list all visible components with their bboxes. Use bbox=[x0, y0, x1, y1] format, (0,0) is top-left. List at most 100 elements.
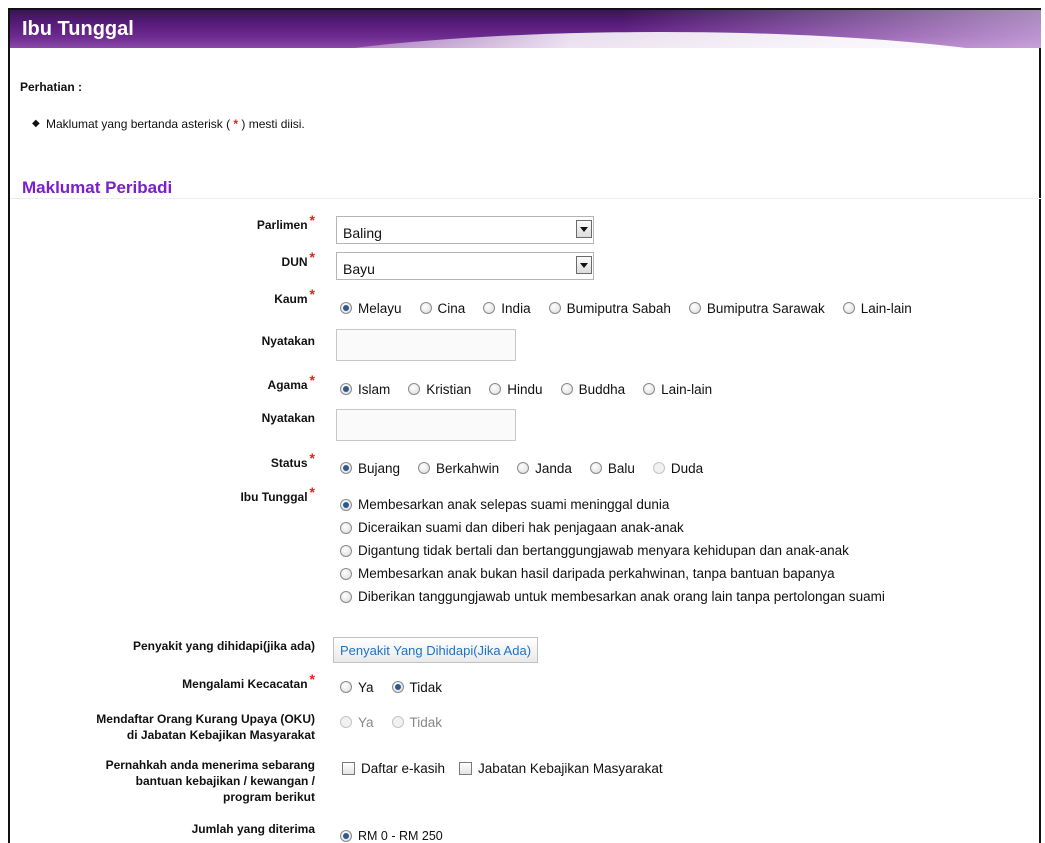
ibu-tunggal-option[interactable]: Digantung tidak bertali dan bertanggungj… bbox=[340, 539, 885, 562]
bantuan-label-line: bantuan kebajikan / kewangan / bbox=[135, 774, 315, 788]
agama-option-label: Lain-lain bbox=[661, 381, 713, 397]
status-option-label: Bujang bbox=[358, 460, 401, 476]
radio-checked-icon[interactable] bbox=[391, 681, 404, 693]
radio-icon[interactable] bbox=[340, 681, 352, 693]
radio-icon[interactable] bbox=[340, 567, 352, 580]
radio-disabled-icon[interactable] bbox=[391, 716, 404, 728]
ibu-tunggal-radio-group: Membesarkan anak selepas suami meninggal… bbox=[340, 493, 903, 608]
oku-radio-group: Ya Tidak bbox=[340, 713, 460, 731]
ibu-tunggal-option[interactable]: Diberikan tanggungjawab untuk membesarka… bbox=[340, 585, 885, 608]
status-option[interactable]: Janda bbox=[517, 461, 572, 476]
radio-icon[interactable] bbox=[589, 462, 602, 474]
radio-disabled-icon[interactable] bbox=[340, 716, 352, 728]
checkbox-icon[interactable] bbox=[342, 762, 355, 775]
agama-option[interactable]: Kristian bbox=[408, 382, 471, 397]
frame-right-border bbox=[1039, 8, 1041, 843]
oku-option[interactable]: Tidak bbox=[391, 714, 443, 730]
status-label-text: Status bbox=[270, 456, 308, 470]
radio-checked-icon[interactable] bbox=[340, 302, 352, 314]
radio-icon[interactable] bbox=[643, 383, 656, 395]
kaum-option[interactable]: Bumiputra Sabah bbox=[548, 301, 671, 316]
bantuan-option[interactable]: Jabatan Kebajikan Masyarakat bbox=[459, 761, 663, 776]
oku-label-line: Mendaftar Orang Kurang Upaya (OKU) bbox=[96, 712, 315, 726]
section-title: Maklumat Peribadi bbox=[22, 178, 173, 197]
kaum-option[interactable]: Cina bbox=[419, 301, 465, 316]
kaum-option[interactable]: Melayu bbox=[340, 301, 402, 316]
required-asterisk: * bbox=[309, 484, 315, 500]
radio-icon[interactable] bbox=[340, 590, 352, 603]
agama-option[interactable]: Buddha bbox=[560, 381, 626, 397]
dun-select[interactable]: Bayu bbox=[336, 252, 594, 280]
kecacatan-option-label: Tidak bbox=[409, 679, 443, 695]
kaum-option[interactable]: India bbox=[483, 301, 531, 316]
kaum-option[interactable]: Bumiputra Sarawak bbox=[688, 301, 825, 316]
status-option[interactable]: Berkahwin bbox=[418, 461, 499, 476]
bantuan-checkbox-group: Daftar e-kasih Jabatan Kebajikan Masyara… bbox=[342, 761, 677, 776]
required-asterisk: * bbox=[309, 249, 315, 265]
radio-icon[interactable] bbox=[842, 302, 855, 314]
oku-option[interactable]: Ya bbox=[340, 715, 374, 730]
kaum-option[interactable]: Lain-lain bbox=[842, 300, 912, 316]
radio-icon[interactable] bbox=[340, 521, 352, 534]
kecacatan-option[interactable]: Tidak bbox=[391, 679, 443, 695]
radio-icon[interactable] bbox=[483, 302, 496, 314]
ibu-tunggal-option[interactable]: Diceraikan suami dan diberi hak penjagaa… bbox=[340, 516, 885, 539]
checkbox-icon[interactable] bbox=[459, 762, 473, 775]
radio-icon[interactable] bbox=[418, 462, 431, 474]
bantuan-option-label: Daftar e-kasih bbox=[361, 761, 446, 776]
agama-option[interactable]: Hindu bbox=[489, 382, 543, 397]
kecacatan-label-text: Mengalami Kecacatan bbox=[182, 677, 308, 691]
kaum-option-label: Melayu bbox=[358, 300, 402, 316]
kaum-radio-group: Melayu Cina India Bumiputra Sabah Bumipu… bbox=[340, 299, 912, 317]
status-option-label: Duda bbox=[670, 460, 704, 476]
radio-icon[interactable] bbox=[408, 383, 421, 395]
radio-icon[interactable] bbox=[560, 383, 573, 395]
oku-label: Mendaftar Orang Kurang Upaya (OKU) di Ja… bbox=[96, 711, 315, 743]
status-option[interactable]: Balu bbox=[589, 461, 635, 476]
chevron-down-icon[interactable] bbox=[576, 256, 592, 274]
kecacatan-option[interactable]: Ya bbox=[340, 680, 374, 695]
section-divider bbox=[10, 198, 1041, 199]
jumlah-option-label: RM 0 - RM 250 bbox=[358, 829, 443, 843]
required-asterisk: * bbox=[309, 372, 315, 388]
radio-icon[interactable] bbox=[688, 302, 701, 314]
oku-option-label: Tidak bbox=[409, 714, 443, 730]
agama-label: Agama * bbox=[268, 372, 315, 393]
status-option-label: Janda bbox=[535, 460, 572, 476]
ibu-tunggal-label-text: Ibu Tunggal bbox=[240, 490, 308, 504]
bantuan-option[interactable]: Daftar e-kasih bbox=[342, 761, 445, 776]
status-option[interactable]: Bujang bbox=[340, 461, 400, 476]
frame-left-border bbox=[8, 10, 10, 843]
radio-icon[interactable] bbox=[548, 302, 561, 314]
oku-option-label: Ya bbox=[358, 714, 374, 730]
radio-checked-icon[interactable] bbox=[340, 830, 352, 842]
radio-checked-icon[interactable] bbox=[340, 383, 352, 395]
agama-option[interactable]: Lain-lain bbox=[643, 382, 712, 397]
radio-checked-icon[interactable] bbox=[340, 498, 352, 511]
status-option[interactable]: Duda bbox=[652, 460, 704, 476]
page-title: Ibu Tunggal bbox=[22, 18, 134, 40]
radio-checked-icon[interactable] bbox=[340, 462, 352, 474]
kaum-option-label: Lain-lain bbox=[860, 300, 912, 316]
radio-disabled-icon[interactable] bbox=[652, 462, 665, 474]
penyakit-button[interactable]: Penyakit Yang Dihidapi(Jika Ada) bbox=[333, 637, 539, 663]
chevron-down-icon[interactable] bbox=[576, 220, 592, 238]
bantuan-option-label: Jabatan Kebajikan Masyarakat bbox=[478, 761, 663, 776]
agama-nyatakan-input[interactable] bbox=[336, 409, 516, 441]
radio-icon[interactable] bbox=[489, 383, 502, 395]
notice-heading: Perhatian : bbox=[20, 80, 83, 94]
agama-option[interactable]: Islam bbox=[340, 382, 390, 397]
radio-icon[interactable] bbox=[340, 544, 352, 557]
jumlah-option[interactable]: RM 0 - RM 250 bbox=[340, 829, 443, 843]
agama-option-label: Buddha bbox=[578, 381, 626, 397]
bantuan-label-line: Pernahkah anda menerima sebarang bbox=[105, 758, 315, 772]
ibu-tunggal-option[interactable]: Membesarkan anak bukan hasil daripada pe… bbox=[340, 562, 885, 585]
agama-nyatakan-label: Nyatakan bbox=[261, 411, 315, 425]
parlimen-select[interactable]: Baling bbox=[336, 216, 594, 244]
radio-icon[interactable] bbox=[517, 462, 530, 474]
dun-label-text: DUN bbox=[281, 255, 308, 269]
radio-icon[interactable] bbox=[419, 302, 432, 314]
required-asterisk: * bbox=[309, 286, 315, 302]
ibu-tunggal-option[interactable]: Membesarkan anak selepas suami meninggal… bbox=[340, 493, 885, 516]
kaum-nyatakan-input[interactable] bbox=[336, 329, 516, 361]
